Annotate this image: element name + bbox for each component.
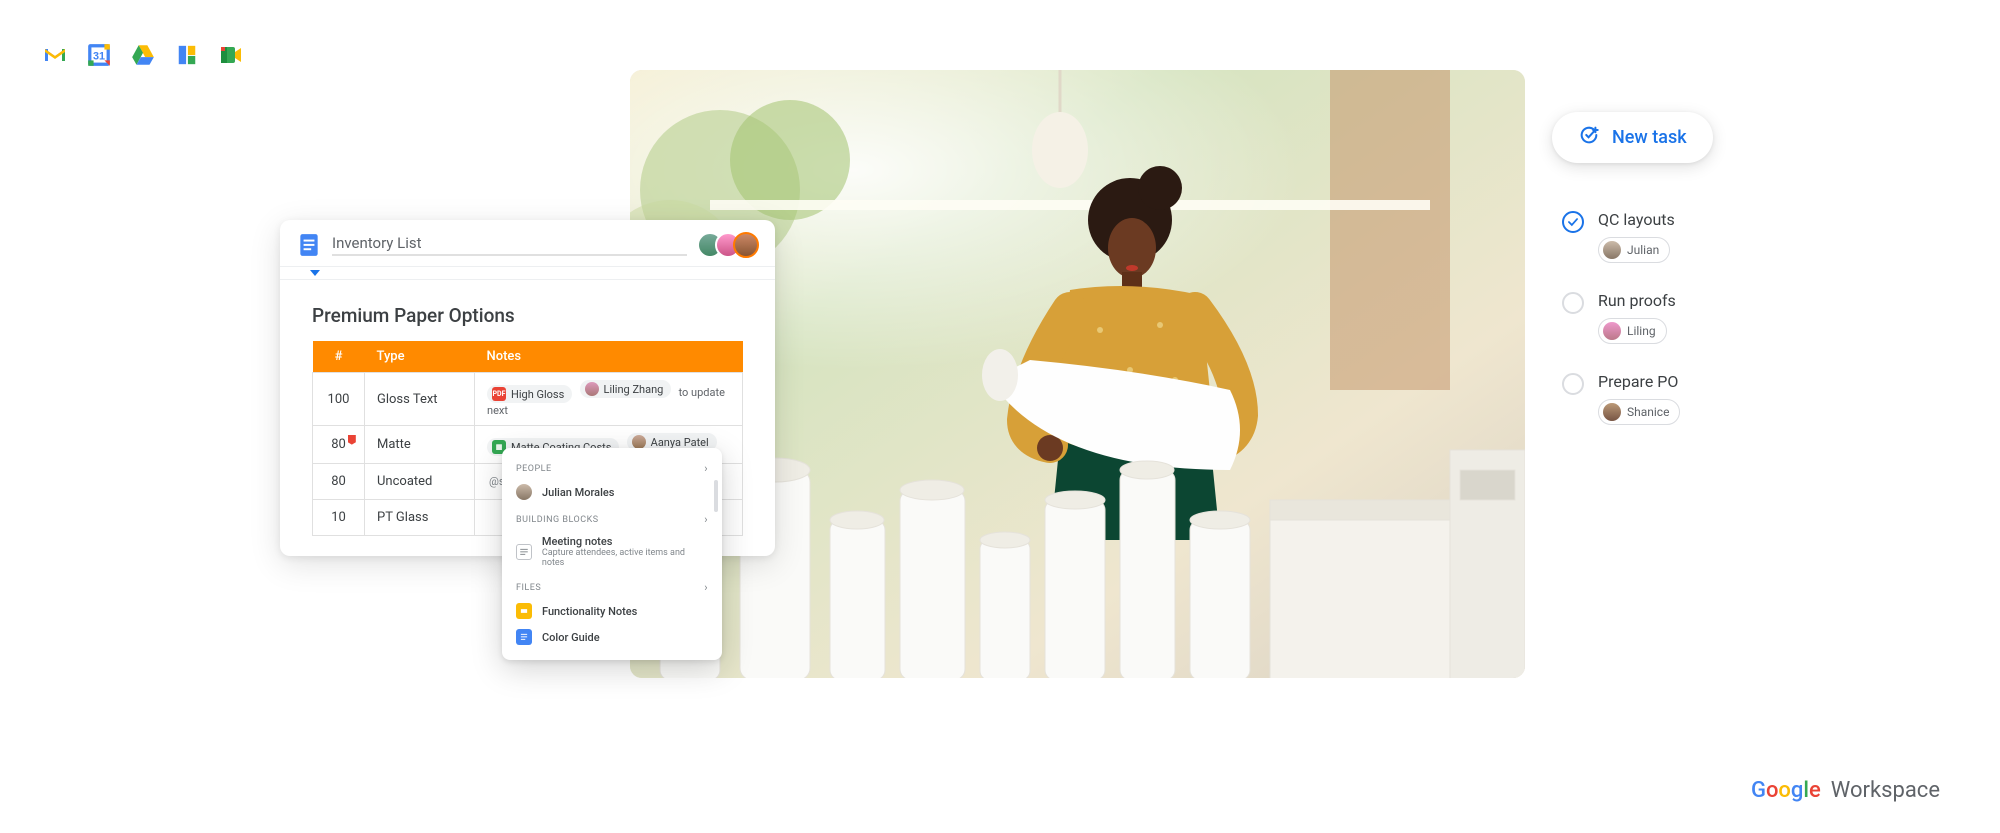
ruler [280, 266, 775, 280]
avatar-icon [632, 435, 646, 449]
cell-qty[interactable]: 80 [313, 464, 365, 500]
cell-qty[interactable]: 100 [313, 373, 365, 426]
add-task-icon [1578, 124, 1600, 151]
task-assignee-chip[interactable]: Liling [1598, 318, 1667, 344]
dd-section-files: FILES › [502, 573, 722, 598]
workspace-wordmark: Workspace [1831, 778, 1940, 803]
avatar[interactable] [733, 232, 759, 258]
drive-icon [128, 40, 158, 70]
docs-editors-icon [172, 40, 202, 70]
meet-icon [216, 40, 246, 70]
doc-heading: Premium Paper Options [312, 304, 743, 327]
slides-icon [516, 603, 532, 619]
notes-icon [516, 544, 532, 560]
cell-qty[interactable]: 80 [313, 426, 365, 464]
pdf-icon: PDF [492, 387, 506, 401]
dd-file-item[interactable]: Functionality Notes [502, 598, 722, 624]
gmail-icon [40, 40, 70, 70]
cell-type[interactable]: Gloss Text [365, 373, 475, 426]
task-title: QC layouts [1598, 210, 1675, 229]
avatar-icon [1603, 322, 1621, 340]
docs-header: Inventory List [280, 220, 775, 266]
google-workspace-logo: Google Workspace [1751, 778, 1940, 803]
table-row: 100 Gloss Text PDF High Gloss Liling Zha… [313, 373, 743, 426]
task-title: Run proofs [1598, 291, 1676, 310]
app-icons: 31 [40, 40, 246, 70]
calendar-icon: 31 [84, 40, 114, 70]
col-qty: # [313, 341, 365, 373]
dd-section-people: PEOPLE › [502, 454, 722, 479]
scrollbar[interactable] [714, 480, 718, 512]
svg-text:31: 31 [93, 50, 105, 62]
smart-chip-dropdown[interactable]: PEOPLE › Julian Morales BUILDING BLOCKS … [502, 448, 722, 660]
col-type: Type [365, 341, 475, 373]
chevron-right-icon[interactable]: › [704, 581, 708, 594]
docs-title[interactable]: Inventory List [332, 234, 687, 256]
cell-type[interactable]: Uncoated [365, 464, 475, 500]
docs-app-icon [296, 232, 322, 258]
google-wordmark: Google [1751, 778, 1821, 803]
docs-icon [516, 629, 532, 645]
task-checkbox[interactable] [1562, 211, 1584, 233]
col-notes: Notes [475, 341, 743, 373]
dd-file-item[interactable]: Color Guide [502, 624, 722, 650]
flag-icon: 80 [331, 437, 346, 452]
new-task-label: New task [1612, 127, 1687, 148]
task-item[interactable]: QC layouts Julian [1562, 210, 1680, 263]
cell-type[interactable]: PT Glass [365, 500, 475, 536]
cell-notes[interactable]: PDF High Gloss Liling Zhang to update ne… [475, 373, 743, 426]
tasks-list: QC layouts Julian Run proofs Liling Prep… [1562, 210, 1680, 425]
dd-person-item[interactable]: Julian Morales [502, 479, 722, 505]
task-title: Prepare PO [1598, 372, 1680, 391]
task-checkbox[interactable] [1562, 292, 1584, 314]
avatar-icon [1603, 403, 1621, 421]
new-task-button[interactable]: New task [1552, 112, 1713, 163]
chevron-right-icon[interactable]: › [704, 462, 708, 475]
avatar-icon [1603, 241, 1621, 259]
person-chip[interactable]: Liling Zhang [580, 380, 672, 398]
collaborator-avatars [697, 232, 759, 258]
task-assignee-chip[interactable]: Julian [1598, 237, 1670, 263]
chevron-right-icon[interactable]: › [704, 513, 708, 526]
avatar-icon [516, 484, 532, 500]
pdf-chip[interactable]: PDF High Gloss [487, 385, 572, 403]
cell-type[interactable]: Matte [365, 426, 475, 464]
task-checkbox[interactable] [1562, 373, 1584, 395]
dd-section-blocks: BUILDING BLOCKS › [502, 505, 722, 530]
avatar-icon [585, 382, 599, 396]
task-assignee-chip[interactable]: Shanice [1598, 399, 1680, 425]
cell-qty[interactable]: 10 [313, 500, 365, 536]
dd-block-item[interactable]: Meeting notes Capture attendees, active … [502, 530, 722, 573]
task-item[interactable]: Run proofs Liling [1562, 291, 1680, 344]
task-item[interactable]: Prepare PO Shanice [1562, 372, 1680, 425]
